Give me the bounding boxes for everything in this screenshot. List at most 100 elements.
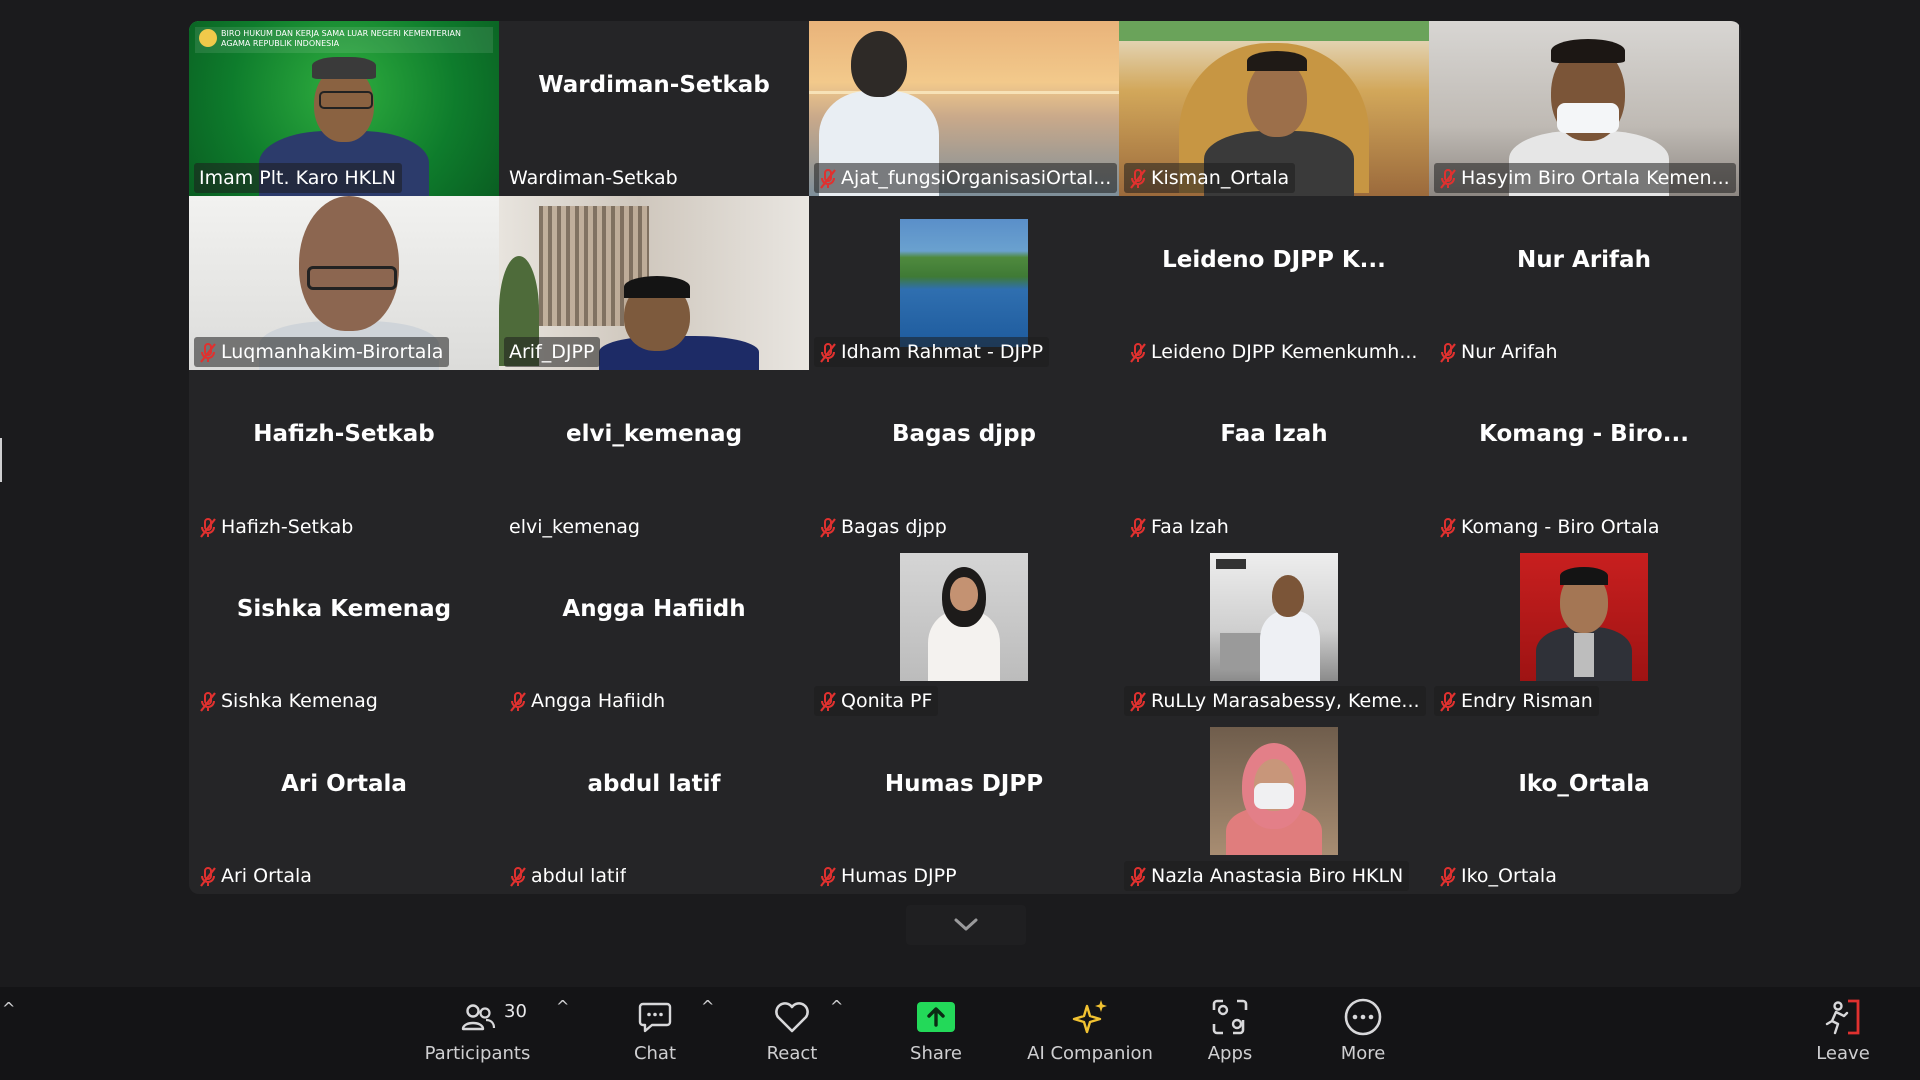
participant-name-tag: Qonita PF bbox=[814, 686, 939, 717]
more-label: More bbox=[1340, 1043, 1386, 1064]
participant-name: Sishka Kemenag bbox=[221, 690, 378, 713]
participant-name: Leideno DJPP Kemenkumh... bbox=[1151, 341, 1418, 364]
participant-name-tag: Bagas djpp bbox=[814, 512, 953, 542]
ai-companion-button[interactable]: AI Companion bbox=[1020, 993, 1160, 1077]
leave-icon bbox=[1822, 993, 1864, 1041]
participant-name-tag: Hafizh-Setkab bbox=[194, 512, 359, 542]
participant-tile[interactable]: Faa Izah Faa Izah bbox=[1119, 370, 1429, 545]
participant-tile[interactable]: Qonita PF bbox=[809, 544, 1119, 720]
participant-tile[interactable]: Luqmanhakim-Birortala bbox=[189, 195, 499, 371]
heart-icon bbox=[773, 993, 811, 1041]
mic-muted-icon bbox=[509, 691, 527, 713]
mic-muted-icon bbox=[1439, 691, 1457, 713]
participant-display-name: Hafizh-Setkab bbox=[253, 421, 435, 448]
participant-name: elvi_kemenag bbox=[509, 515, 640, 538]
participant-name-tag: Komang - Biro Ortala bbox=[1434, 512, 1665, 542]
participant-name-tag: Nur Arifah bbox=[1434, 337, 1564, 367]
participant-display-name: Iko_Ortala bbox=[1518, 770, 1650, 797]
participant-display-name: Leideno DJPP K... bbox=[1162, 246, 1386, 273]
apps-button[interactable]: Apps bbox=[1195, 993, 1265, 1077]
mic-muted-icon bbox=[1129, 517, 1147, 538]
participant-tile[interactable]: Ajat_fungsiOrganisasiOrtal... bbox=[809, 21, 1119, 196]
more-icon bbox=[1343, 993, 1383, 1041]
participant-name-tag: Iko_Ortala bbox=[1434, 861, 1563, 891]
participant-name: abdul latif bbox=[531, 864, 627, 887]
participant-tile[interactable]: Idham Rahmat - DJPP bbox=[809, 195, 1119, 371]
emblem-icon bbox=[199, 29, 217, 47]
participant-tile[interactable]: Nazla Anastasia Biro HKLN bbox=[1119, 719, 1429, 894]
participant-name: Humas DJPP bbox=[841, 864, 957, 887]
participant-tile[interactable]: RuLLy Marasabessy, Keme... bbox=[1119, 544, 1429, 720]
participant-tile[interactable]: Leideno DJPP K... Leideno DJPP Kemenkumh.… bbox=[1119, 195, 1429, 371]
participant-tile[interactable]: abdul latif abdul latif bbox=[499, 719, 809, 894]
participant-name-tag: abdul latif bbox=[504, 861, 632, 891]
participants-button[interactable]: 30 Participants bbox=[420, 993, 535, 1077]
participant-name: Faa Izah bbox=[1151, 515, 1229, 538]
participant-tile[interactable]: Ari Ortala Ari Ortala bbox=[189, 719, 499, 894]
participant-tile[interactable]: Iko_Ortala Iko_Ortala bbox=[1429, 719, 1739, 894]
sparkle-icon bbox=[1070, 993, 1110, 1041]
participants-icon bbox=[460, 993, 496, 1041]
participant-display-name: Sishka Kemenag bbox=[236, 596, 452, 623]
mic-muted-icon bbox=[819, 517, 837, 538]
more-button[interactable]: More bbox=[1328, 993, 1398, 1077]
mic-muted-icon bbox=[1129, 168, 1147, 189]
mic-muted-icon bbox=[1129, 866, 1147, 887]
mic-muted-icon bbox=[1439, 168, 1457, 189]
share-button[interactable]: Share bbox=[901, 993, 971, 1077]
participant-name-tag: Angga Hafiidh bbox=[504, 686, 671, 716]
react-options-caret-icon[interactable]: ^ bbox=[830, 997, 843, 1016]
leave-button[interactable]: Leave bbox=[1808, 993, 1878, 1077]
participant-tile[interactable]: Bagas djpp Bagas djpp bbox=[809, 370, 1119, 545]
participant-tile[interactable]: BIRO HUKUM DAN KERJA SAMA LUAR NEGERI KE… bbox=[189, 21, 499, 196]
participant-tile[interactable]: Wardiman-Setkab Wardiman-Setkab bbox=[499, 21, 809, 196]
participant-tile[interactable]: Arif_DJPP bbox=[499, 195, 809, 371]
participant-name-tag: Nazla Anastasia Biro HKLN bbox=[1124, 860, 1410, 891]
participant-display-name: Nur Arifah bbox=[1517, 246, 1651, 273]
participant-tile[interactable]: Kisman_Ortala bbox=[1119, 21, 1429, 196]
toolbar-caret-icon[interactable]: ^ bbox=[2, 999, 15, 1018]
participant-name: Imam Plt. Karo HKLN bbox=[199, 166, 396, 189]
gallery-grid: BIRO HUKUM DAN KERJA SAMA LUAR NEGERI KE… bbox=[189, 21, 1741, 894]
participant-display-name: elvi_kemenag bbox=[565, 421, 743, 448]
participant-name: Ari Ortala bbox=[221, 864, 312, 887]
chat-button[interactable]: Chat bbox=[620, 993, 690, 1077]
participant-name: Luqmanhakim-Birortala bbox=[221, 341, 444, 364]
participant-name: Ajat_fungsiOrganisasiOrtal... bbox=[841, 166, 1112, 189]
participant-name-tag: Faa Izah bbox=[1124, 512, 1235, 542]
share-screen-icon bbox=[916, 993, 956, 1041]
participant-name: Nur Arifah bbox=[1461, 341, 1558, 364]
participant-name: Idham Rahmat - DJPP bbox=[841, 341, 1044, 364]
participant-tile[interactable]: Sishka Kemenag Sishka Kemenag bbox=[189, 544, 499, 720]
participant-name: Angga Hafiidh bbox=[531, 690, 666, 713]
participant-tile[interactable]: Endry Risman bbox=[1429, 544, 1739, 720]
participant-tile[interactable]: Humas DJPP Humas DJPP bbox=[809, 719, 1119, 894]
participant-tile[interactable]: elvi_kemenag elvi_kemenag bbox=[499, 370, 809, 545]
participants-count: 30 bbox=[504, 1001, 527, 1022]
participant-tile[interactable]: Nur Arifah Nur Arifah bbox=[1429, 195, 1739, 371]
participant-name: RuLLy Marasabessy, Keme... bbox=[1151, 690, 1420, 713]
mic-muted-icon bbox=[1129, 342, 1147, 363]
meeting-toolbar: ^ 30 Participants ^ Chat ^ React ^ Share… bbox=[0, 987, 1920, 1080]
left-edge-handle bbox=[0, 438, 2, 482]
next-page-button[interactable] bbox=[906, 905, 1026, 945]
participant-name-tag: Luqmanhakim-Birortala bbox=[194, 337, 450, 368]
ai-companion-label: AI Companion bbox=[1027, 1043, 1153, 1064]
chat-options-caret-icon[interactable]: ^ bbox=[701, 997, 714, 1016]
participant-name-tag: Endry Risman bbox=[1434, 686, 1599, 717]
banner-text: BIRO HUKUM DAN KERJA SAMA LUAR NEGERI KE… bbox=[195, 27, 493, 53]
participant-tile[interactable]: Hasyim Biro Ortala Kemen... bbox=[1429, 21, 1739, 196]
participant-name-tag: Humas DJPP bbox=[814, 861, 963, 891]
participant-display-name: Komang - Biro... bbox=[1479, 421, 1689, 448]
react-button[interactable]: React bbox=[757, 993, 827, 1077]
participant-name-tag: Hasyim Biro Ortala Kemen... bbox=[1434, 162, 1736, 193]
participants-options-caret-icon[interactable]: ^ bbox=[556, 997, 569, 1016]
participant-tile[interactable]: Angga Hafiidh Angga Hafiidh bbox=[499, 544, 809, 720]
participant-name-tag: Imam Plt. Karo HKLN bbox=[194, 162, 402, 193]
participants-label: Participants bbox=[424, 1043, 531, 1064]
mic-muted-icon bbox=[819, 168, 837, 189]
participant-name-tag: Ari Ortala bbox=[194, 861, 318, 891]
participant-tile[interactable]: Komang - Biro... Komang - Biro Ortala bbox=[1429, 370, 1739, 545]
mic-muted-icon bbox=[1129, 691, 1147, 713]
participant-tile[interactable]: Hafizh-Setkab Hafizh-Setkab bbox=[189, 370, 499, 545]
